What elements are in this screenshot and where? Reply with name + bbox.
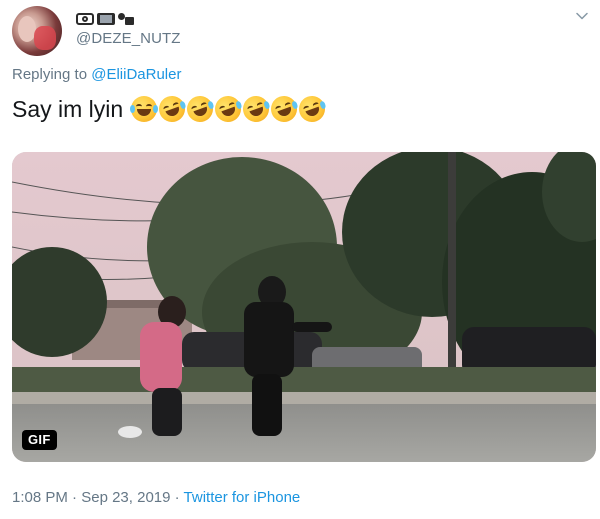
tweet-time[interactable]: 1:08 PM <box>12 489 68 506</box>
replying-to: Replying to @EliiDaRuler <box>12 66 181 83</box>
gif-frame-image <box>12 152 596 462</box>
television-icon <box>97 12 115 26</box>
rolling-on-the-floor-laughing-icon <box>183 92 217 126</box>
tweet-meta: 1:08 PM · Sep 23, 2019 · Twitter for iPh… <box>12 489 300 506</box>
rolling-on-the-floor-laughing-icon <box>267 92 301 126</box>
tweet-text: Say im lyin <box>12 92 329 126</box>
tweet-text-body: Say im lyin <box>12 95 124 122</box>
rolling-on-the-floor-laughing-icon <box>295 92 329 126</box>
movie-camera-icon <box>118 12 134 26</box>
face-with-tears-of-joy-icon <box>130 96 159 122</box>
rolling-on-the-floor-laughing-icon <box>155 92 189 126</box>
tweet-date[interactable]: Sep 23, 2019 <box>81 489 170 506</box>
chevron-down-icon[interactable] <box>576 10 588 22</box>
camera-with-flash-icon <box>76 12 94 26</box>
rolling-on-the-floor-laughing-icon <box>239 92 273 126</box>
gif-badge: GIF <box>22 430 57 450</box>
user-handle[interactable]: @DEZE_NUTZ <box>76 30 181 47</box>
replying-to-label: Replying to <box>12 66 92 83</box>
avatar[interactable] <box>12 6 62 56</box>
display-name[interactable] <box>76 10 134 28</box>
rolling-on-the-floor-laughing-icon <box>211 92 245 126</box>
tweet-source-link[interactable]: Twitter for iPhone <box>184 489 301 506</box>
meta-separator: · <box>170 489 184 506</box>
reply-mention-link[interactable]: @EliiDaRuler <box>91 66 181 83</box>
meta-separator: · <box>67 489 82 506</box>
tweet-card: @DEZE_NUTZ Replying to @EliiDaRuler Say … <box>0 0 600 519</box>
gif-media[interactable] <box>12 152 596 462</box>
